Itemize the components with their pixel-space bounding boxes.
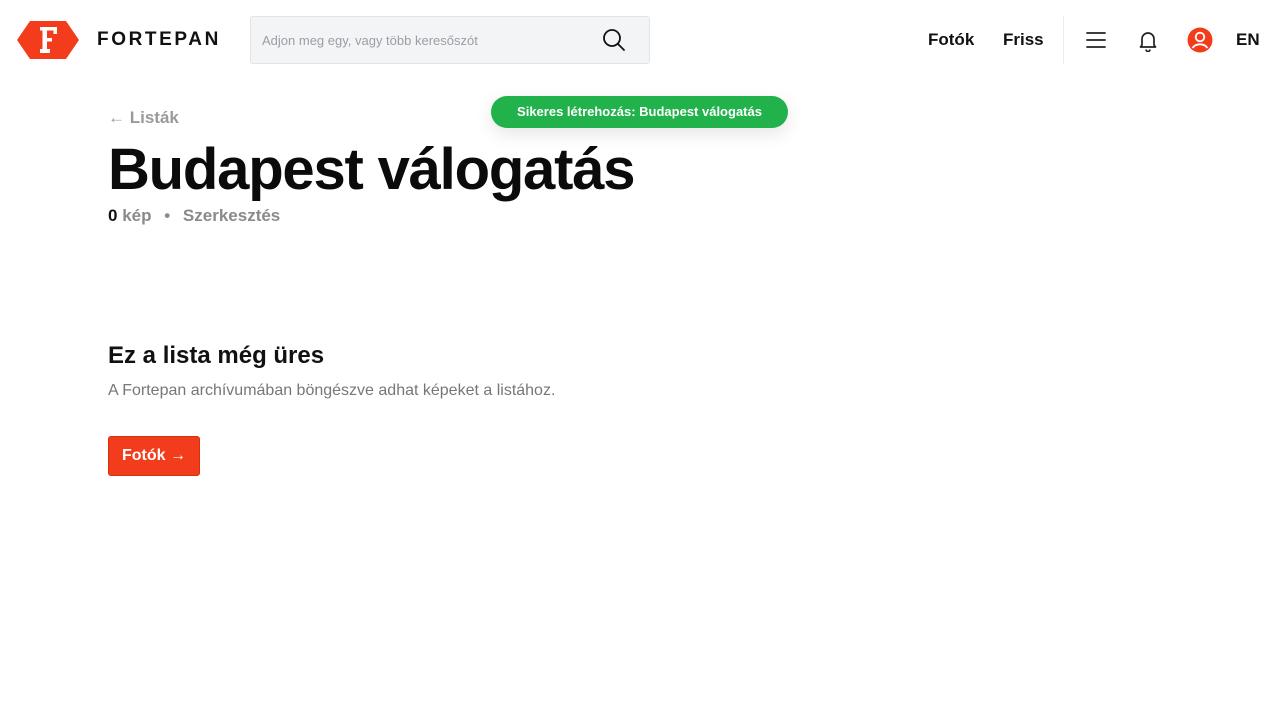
brand-name: FORTEPAN	[97, 29, 221, 50]
nav-photos-link[interactable]: Fotók	[928, 29, 974, 51]
search-bar	[250, 16, 650, 64]
meta-separator: •	[164, 206, 171, 225]
header-divider	[1063, 16, 1064, 64]
image-count-unit: kép	[122, 206, 152, 225]
search-input[interactable]	[262, 17, 592, 63]
bell-icon[interactable]	[1136, 28, 1160, 52]
success-toast: Sikeres létrehozás: Budapest válogatás	[491, 96, 788, 128]
list-meta: 0 kép • Szerkesztés	[108, 205, 280, 227]
search-icon[interactable]	[601, 27, 627, 53]
nav-fresh-link[interactable]: Friss	[1003, 29, 1044, 51]
empty-state-description: A Fortepan archívumában böngészve adhat …	[108, 382, 556, 399]
page-title: Budapest válogatás	[108, 137, 636, 202]
fortepan-logo[interactable]: FORTEPAN	[16, 20, 221, 60]
back-to-lists-link[interactable]: ← Listák	[108, 107, 179, 129]
fortepan-logo-icon	[17, 21, 79, 59]
image-count: 0	[108, 206, 118, 225]
menu-icon[interactable]	[1084, 28, 1108, 52]
empty-state-title: Ez a lista még üres	[108, 342, 325, 369]
top-header: FORTEPAN Fotók Friss EN	[0, 0, 1280, 80]
browse-photos-button[interactable]: Fotók →	[108, 436, 200, 476]
edit-list-link[interactable]: Szerkesztés	[183, 206, 280, 225]
user-icon[interactable]	[1187, 27, 1213, 53]
language-switch[interactable]: EN	[1236, 29, 1260, 51]
